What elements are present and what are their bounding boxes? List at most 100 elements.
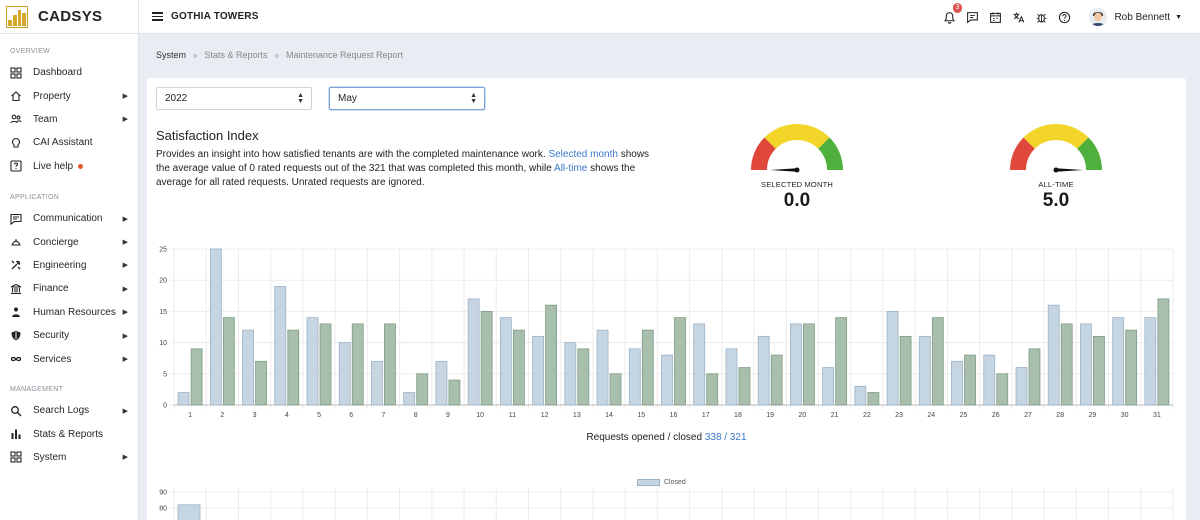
bar-closed[interactable] <box>899 335 912 406</box>
bar-opened[interactable] <box>274 286 287 406</box>
bar-opened[interactable] <box>725 348 738 406</box>
bar-opened[interactable] <box>1047 304 1060 406</box>
bar-closed[interactable] <box>255 360 267 406</box>
bar-opened[interactable] <box>1144 317 1157 406</box>
bar-opened[interactable] <box>177 392 190 406</box>
avatar[interactable] <box>1089 8 1108 26</box>
all-time-link[interactable]: All-time <box>554 163 587 174</box>
sidebar-item-system[interactable]: System ▶ <box>0 446 139 469</box>
bar-opened[interactable] <box>435 360 448 406</box>
bar-opened[interactable] <box>822 367 835 406</box>
bar-opened[interactable] <box>209 248 222 406</box>
bar-opened[interactable] <box>306 317 319 406</box>
bar-closed[interactable] <box>416 373 429 406</box>
message-icon[interactable] <box>964 9 980 25</box>
bar-closed[interactable] <box>1060 323 1073 406</box>
bar-closed[interactable] <box>641 329 654 406</box>
bar-closed[interactable] <box>177 504 201 520</box>
satisfaction-description: Provides an insight into how satisfied t… <box>156 148 661 191</box>
bar-opened[interactable] <box>1112 317 1125 406</box>
breadcrumb-separator-icon: » <box>274 50 279 60</box>
bar-opened[interactable] <box>918 335 931 406</box>
calendar-icon[interactable] <box>987 9 1003 25</box>
bar-opened[interactable] <box>403 392 416 406</box>
bar-opened[interactable] <box>983 354 996 406</box>
bar-closed[interactable] <box>319 323 332 406</box>
sidebar-item-services[interactable]: Services ▶ <box>0 347 139 370</box>
bar-closed[interactable] <box>770 354 783 406</box>
bar-opened[interactable] <box>951 360 963 406</box>
bar-closed[interactable] <box>545 304 557 406</box>
bar-closed[interactable] <box>674 317 686 406</box>
sidebar-item-live-help[interactable]: Live help <box>0 155 139 178</box>
bar-opened[interactable] <box>790 323 802 406</box>
bar-closed[interactable] <box>1093 335 1105 406</box>
bar-opened[interactable] <box>242 329 254 406</box>
sidebar-item-security[interactable]: Security ▶ <box>0 324 139 347</box>
month-select[interactable]: May ▲ ▼ <box>329 87 485 110</box>
bar-closed[interactable] <box>867 392 880 406</box>
selected-month-link[interactable]: Selected month <box>548 149 618 160</box>
bar-closed[interactable] <box>448 379 461 406</box>
bar-closed[interactable] <box>738 367 751 406</box>
breadcrumb-stats-reports[interactable]: Stats & Reports <box>204 50 267 60</box>
bar-closed[interactable] <box>577 348 590 406</box>
bar-closed[interactable] <box>609 373 622 406</box>
menu-toggle-icon[interactable] <box>152 12 163 21</box>
sidebar-item-stats-reports[interactable]: Stats & Reports <box>0 422 139 445</box>
sidebar-item-finance[interactable]: Finance ▶ <box>0 277 139 300</box>
bar-closed[interactable] <box>384 323 396 406</box>
bar-closed[interactable] <box>512 329 525 406</box>
bar-opened[interactable] <box>886 311 899 406</box>
sidebar-item-engineering[interactable]: Engineering ▶ <box>0 254 139 277</box>
breadcrumb-system[interactable]: System <box>156 50 186 60</box>
user-name[interactable]: Rob Bennett <box>1114 12 1170 23</box>
bar-closed[interactable] <box>1125 329 1138 406</box>
bar-opened[interactable] <box>499 317 512 406</box>
bar-opened[interactable] <box>661 354 673 406</box>
bar-opened[interactable] <box>564 342 577 406</box>
bar-closed[interactable] <box>931 317 944 406</box>
bar-closed[interactable] <box>190 348 203 406</box>
sidebar-item-dashboard[interactable]: Dashboard <box>0 61 139 84</box>
bar-closed[interactable] <box>706 373 719 406</box>
bar-closed[interactable] <box>1028 348 1041 406</box>
bar-opened[interactable] <box>757 335 770 406</box>
translate-icon[interactable] <box>1010 9 1026 25</box>
year-select[interactable]: 2022 ▲ ▼ <box>156 87 312 110</box>
bar-closed[interactable] <box>480 311 493 406</box>
sidebar-item-communication[interactable]: Communication ▶ <box>0 207 139 230</box>
bar-closed[interactable] <box>1157 298 1170 406</box>
bar-closed[interactable] <box>996 373 1009 406</box>
bar-opened[interactable] <box>371 360 383 406</box>
select-arrows-icon: ▲ ▼ <box>470 91 477 105</box>
brand[interactable]: CADSYS <box>0 0 138 34</box>
bar-closed[interactable] <box>835 317 848 406</box>
bar-opened[interactable] <box>628 348 641 406</box>
bar-opened[interactable] <box>1015 367 1028 406</box>
bar-opened[interactable] <box>467 298 480 406</box>
bar-opened[interactable] <box>338 342 351 406</box>
bar-opened[interactable] <box>693 323 706 406</box>
sidebar-item-team[interactable]: Team ▶ <box>0 108 139 131</box>
bar-closed[interactable] <box>222 317 235 406</box>
bar-closed[interactable] <box>287 329 300 406</box>
sidebar-item-human-resources[interactable]: Human Resources ▶ <box>0 301 139 324</box>
bar-closed[interactable] <box>964 354 976 406</box>
bar-opened[interactable] <box>532 335 544 406</box>
user-menu-caret-icon[interactable]: ▼ <box>1175 14 1182 21</box>
bar-opened[interactable] <box>596 329 609 406</box>
bar-opened[interactable] <box>1080 323 1092 406</box>
bell-icon[interactable]: 3 <box>941 3 963 25</box>
bar-closed[interactable] <box>803 323 815 406</box>
sidebar-item-search-logs[interactable]: Search Logs ▶ <box>0 399 139 422</box>
x-tick-label: 1 <box>188 412 192 419</box>
bug-icon[interactable] <box>1033 9 1049 25</box>
sidebar-item-cai-assistant[interactable]: CAI Assistant <box>0 131 139 154</box>
y-tick-label: 90 <box>159 490 167 497</box>
sidebar-item-concierge[interactable]: Concierge ▶ <box>0 230 139 253</box>
help-icon[interactable] <box>1056 9 1072 25</box>
bar-closed[interactable] <box>351 323 364 406</box>
sidebar-item-property[interactable]: Property ▶ <box>0 84 139 107</box>
bar-opened[interactable] <box>854 385 867 406</box>
